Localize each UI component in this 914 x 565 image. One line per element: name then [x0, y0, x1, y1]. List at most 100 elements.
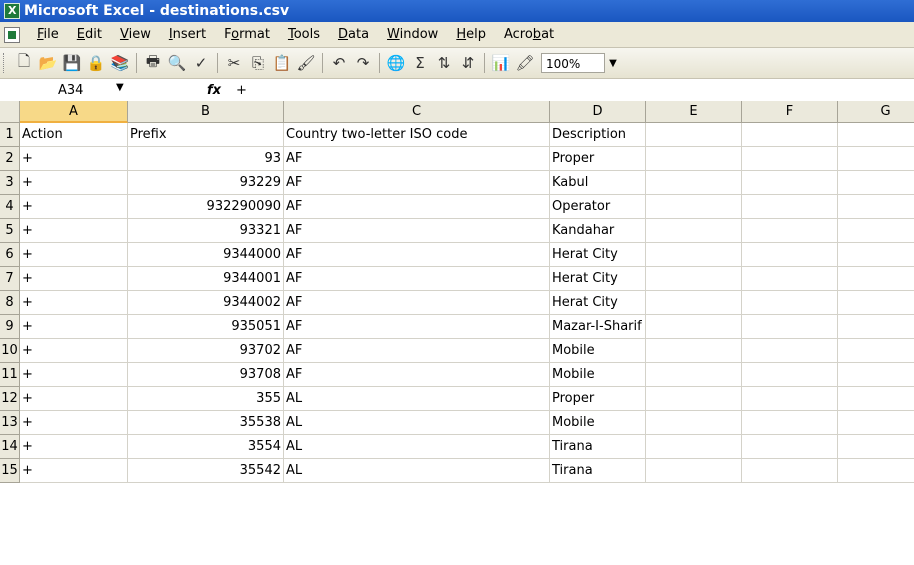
- redo-icon[interactable]: ↷: [352, 52, 374, 74]
- column-header-b[interactable]: B: [128, 101, 284, 123]
- sort-ascending-icon[interactable]: ⇅: [433, 52, 455, 74]
- sort-descending-icon[interactable]: ⇵: [457, 52, 479, 74]
- cut-icon[interactable]: ✂: [223, 52, 245, 74]
- select-all-corner[interactable]: [0, 101, 20, 123]
- cell-e[interactable]: [646, 243, 742, 267]
- cell-g[interactable]: [838, 219, 914, 243]
- cell-d[interactable]: Kabul: [550, 171, 646, 195]
- cell-d[interactable]: Herat City: [550, 243, 646, 267]
- cell-a[interactable]: +: [20, 387, 128, 411]
- cell-c[interactable]: AL: [284, 435, 550, 459]
- row-header[interactable]: 3: [0, 171, 20, 195]
- cell-b[interactable]: 9344000: [128, 243, 284, 267]
- row-header[interactable]: 11: [0, 363, 20, 387]
- cell-c[interactable]: AF: [284, 267, 550, 291]
- cell-g[interactable]: [838, 195, 914, 219]
- cell-b[interactable]: 93702: [128, 339, 284, 363]
- column-header-d[interactable]: D: [550, 101, 646, 123]
- cell-f[interactable]: [742, 123, 838, 147]
- cell-d[interactable]: Tirana: [550, 435, 646, 459]
- new-icon[interactable]: 🗋: [13, 52, 35, 74]
- cell-d[interactable]: Mazar-I-Sharif: [550, 315, 646, 339]
- menu-acrobat[interactable]: Acrobat: [495, 24, 563, 46]
- drawing-icon[interactable]: 🖍: [514, 52, 536, 74]
- cell-b[interactable]: Prefix: [128, 123, 284, 147]
- cell-a[interactable]: +: [20, 243, 128, 267]
- cell-e[interactable]: [646, 315, 742, 339]
- cell-d[interactable]: Kandahar: [550, 219, 646, 243]
- row-header[interactable]: 5: [0, 219, 20, 243]
- cell-e[interactable]: [646, 459, 742, 483]
- cell-d[interactable]: Herat City: [550, 267, 646, 291]
- cell-b[interactable]: 3554: [128, 435, 284, 459]
- spelling-icon[interactable]: ✓: [190, 52, 212, 74]
- cell-d[interactable]: Tirana: [550, 459, 646, 483]
- cell-c[interactable]: AF: [284, 147, 550, 171]
- cell-d[interactable]: Proper: [550, 387, 646, 411]
- row-header[interactable]: 6: [0, 243, 20, 267]
- cell-g[interactable]: [838, 243, 914, 267]
- cell-c[interactable]: AF: [284, 363, 550, 387]
- zoom-select[interactable]: 100%: [541, 53, 605, 73]
- workbook-icon[interactable]: [4, 26, 20, 43]
- cell-a[interactable]: +: [20, 171, 128, 195]
- insert-function-icon[interactable]: fx: [200, 83, 228, 98]
- cell-b[interactable]: 35538: [128, 411, 284, 435]
- cell-e[interactable]: [646, 267, 742, 291]
- cell-b[interactable]: 35542: [128, 459, 284, 483]
- cell-f[interactable]: [742, 219, 838, 243]
- cell-d[interactable]: Mobile: [550, 411, 646, 435]
- autosum-icon[interactable]: Σ: [409, 52, 431, 74]
- cell-b[interactable]: 9344001: [128, 267, 284, 291]
- cell-a[interactable]: +: [20, 435, 128, 459]
- cell-f[interactable]: [742, 267, 838, 291]
- cell-f[interactable]: [742, 243, 838, 267]
- cell-c[interactable]: AL: [284, 387, 550, 411]
- cell-a[interactable]: +: [20, 267, 128, 291]
- print-preview-icon[interactable]: 🔍: [166, 52, 188, 74]
- cell-a[interactable]: +: [20, 315, 128, 339]
- undo-icon[interactable]: ↶: [328, 52, 350, 74]
- cell-e[interactable]: [646, 195, 742, 219]
- column-header-f[interactable]: F: [742, 101, 838, 123]
- cell-e[interactable]: [646, 171, 742, 195]
- cell-g[interactable]: [838, 291, 914, 315]
- cell-e[interactable]: [646, 219, 742, 243]
- menu-insert[interactable]: Insert: [160, 24, 215, 46]
- menu-data[interactable]: Data: [329, 24, 378, 46]
- formula-input[interactable]: +: [236, 83, 247, 98]
- menu-format[interactable]: Format: [215, 24, 279, 46]
- cell-e[interactable]: [646, 147, 742, 171]
- toolbar-grip[interactable]: [3, 53, 8, 73]
- cell-g[interactable]: [838, 459, 914, 483]
- hyperlink-icon[interactable]: 🌐: [385, 52, 407, 74]
- cell-b[interactable]: 93708: [128, 363, 284, 387]
- cell-e[interactable]: [646, 363, 742, 387]
- cell-d[interactable]: Description: [550, 123, 646, 147]
- cell-c[interactable]: AF: [284, 339, 550, 363]
- menu-file[interactable]: File: [28, 24, 68, 46]
- row-header[interactable]: 1: [0, 123, 20, 147]
- cell-a[interactable]: +: [20, 195, 128, 219]
- permission-icon[interactable]: 🔒: [85, 52, 107, 74]
- cell-b[interactable]: 935051: [128, 315, 284, 339]
- cell-a[interactable]: Action: [20, 123, 128, 147]
- cell-c[interactable]: AF: [284, 171, 550, 195]
- chevron-down-icon[interactable]: ▼: [607, 53, 619, 73]
- row-header[interactable]: 2: [0, 147, 20, 171]
- cell-b[interactable]: 9344002: [128, 291, 284, 315]
- cell-f[interactable]: [742, 459, 838, 483]
- cell-d[interactable]: Proper: [550, 147, 646, 171]
- column-header-a[interactable]: A: [20, 101, 128, 123]
- cell-f[interactable]: [742, 435, 838, 459]
- save-icon[interactable]: 💾: [61, 52, 83, 74]
- cell-e[interactable]: [646, 435, 742, 459]
- cell-c[interactable]: AF: [284, 195, 550, 219]
- cell-f[interactable]: [742, 363, 838, 387]
- cell-e[interactable]: [646, 291, 742, 315]
- menu-tools[interactable]: Tools: [279, 24, 329, 46]
- excel-app-icon[interactable]: [4, 3, 20, 19]
- cell-g[interactable]: [838, 315, 914, 339]
- column-header-c[interactable]: C: [284, 101, 550, 123]
- cell-f[interactable]: [742, 339, 838, 363]
